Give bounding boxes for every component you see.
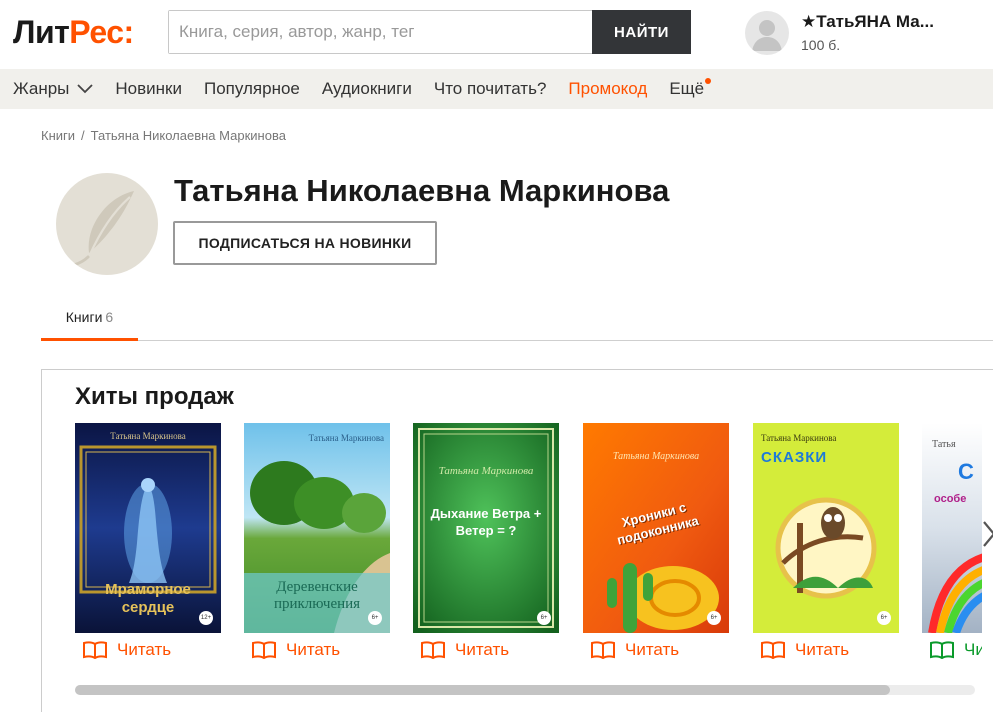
books-carousel: Татьяна Маркинова Мраморное сердце 12+ Ч… xyxy=(75,423,993,663)
author-tabs: Книги 6 xyxy=(41,296,993,341)
section-title: Хиты продаж xyxy=(75,383,234,410)
carousel-scrollbar[interactable] xyxy=(75,685,975,695)
chevron-right-icon[interactable] xyxy=(982,520,993,548)
age-badge: 6+ xyxy=(877,611,891,625)
cover-author: Татья xyxy=(932,439,956,450)
book-cover[interactable]: Татья С особе xyxy=(922,423,982,633)
breadcrumb: Книги / Татьяна Николаевна Маркинова xyxy=(41,128,286,143)
litres-logo[interactable]: ЛитРес: xyxy=(13,14,134,50)
breadcrumb-current: Татьяна Николаевна Маркинова xyxy=(90,128,286,143)
breadcrumb-separator: / xyxy=(81,128,85,143)
search-button[interactable]: НАЙТИ xyxy=(592,10,691,54)
user-name[interactable]: ★ТатьЯНА Ма... xyxy=(801,12,934,32)
tab-books[interactable]: Книги 6 xyxy=(41,296,138,341)
nav-what-to-read[interactable]: Что почитать? xyxy=(434,79,547,99)
cover-title: Дыхание Ветра + Ветер = ? xyxy=(430,506,542,538)
book-card: Татья С особе Читать xyxy=(922,423,982,663)
book-cover[interactable]: Татьяна Маркинова Деревенские приключени… xyxy=(244,423,390,633)
tab-books-count: 6 xyxy=(105,309,114,325)
cover-title: СКАЗКИ xyxy=(761,449,828,466)
book-cover[interactable]: Татьяна Маркинова СКАЗКИ 6+ xyxy=(753,423,899,633)
breadcrumb-books-link[interactable]: Книги xyxy=(41,128,75,143)
cover-title: С xyxy=(958,459,974,484)
nav-new[interactable]: Новинки xyxy=(115,79,182,99)
author-name: Татьяна Николаевна Маркинова xyxy=(174,173,670,208)
nav-audiobooks[interactable]: Аудиокниги xyxy=(322,79,412,99)
open-book-icon xyxy=(421,641,445,659)
nav-genres[interactable]: Жанры xyxy=(13,79,94,99)
header: ЛитРес: НАЙТИ ★ТатьЯНА Ма... 100 б. xyxy=(0,0,993,68)
cover-title: Мраморное сердце xyxy=(105,581,191,616)
open-book-icon xyxy=(930,641,954,659)
scrollbar-thumb[interactable] xyxy=(75,685,890,695)
open-book-icon xyxy=(83,641,107,659)
open-book-icon xyxy=(591,641,615,659)
read-button[interactable]: Читать xyxy=(591,640,679,660)
open-book-icon xyxy=(761,641,785,659)
nav-more[interactable]: Ещё xyxy=(669,78,712,99)
feather-icon xyxy=(72,191,134,267)
book-cover[interactable]: Татьяна Маркинова Дыхание Ветра + Ветер … xyxy=(413,423,559,633)
book-cover[interactable]: Татьяна Маркинова Хроники с подоконника … xyxy=(583,423,729,633)
bestsellers-section: Хиты продаж Татьяна Маркинова Мраморное … xyxy=(41,369,993,712)
subscribe-button[interactable]: ПОДПИСАТЬСЯ НА НОВИНКИ xyxy=(173,221,437,265)
search-bar: НАЙТИ xyxy=(168,10,691,54)
read-button[interactable]: Читать xyxy=(83,640,171,660)
author-photo xyxy=(56,173,158,275)
user-points: 100 б. xyxy=(801,37,841,53)
nav-promocode[interactable]: Промокод xyxy=(568,79,647,99)
notification-dot xyxy=(705,78,712,84)
search-input[interactable] xyxy=(169,11,592,53)
cover-title: Деревенские приключения xyxy=(273,579,361,612)
cover-author: Татьяна Маркинова xyxy=(438,465,534,477)
cover-author: Татьяна Маркинова xyxy=(110,431,186,441)
read-button[interactable]: Читать xyxy=(421,640,509,660)
nav-popular[interactable]: Популярное xyxy=(204,79,300,99)
chevron-down-icon xyxy=(77,84,94,94)
read-button[interactable]: Читать xyxy=(761,640,849,660)
user-silhouette-icon xyxy=(752,20,782,51)
age-badge: 6+ xyxy=(368,611,382,625)
open-book-icon xyxy=(252,641,276,659)
read-button[interactable]: Читать xyxy=(252,640,340,660)
age-badge: 6+ xyxy=(707,611,721,625)
main-nav: Жанры Новинки Популярное Аудиокниги Что … xyxy=(0,69,993,109)
cover-author: Татьяна Маркинова xyxy=(612,451,700,462)
user-avatar[interactable] xyxy=(745,11,789,55)
age-badge: 12+ xyxy=(199,611,213,625)
age-badge: 6+ xyxy=(537,611,551,625)
cover-author: Татьяна Маркинова xyxy=(308,433,384,443)
cover-subtitle: особе xyxy=(934,493,967,505)
cover-author: Татьяна Маркинова xyxy=(761,433,837,443)
read-button[interactable]: Читать xyxy=(930,640,982,660)
book-cover[interactable]: Татьяна Маркинова Мраморное сердце 12+ xyxy=(75,423,221,633)
